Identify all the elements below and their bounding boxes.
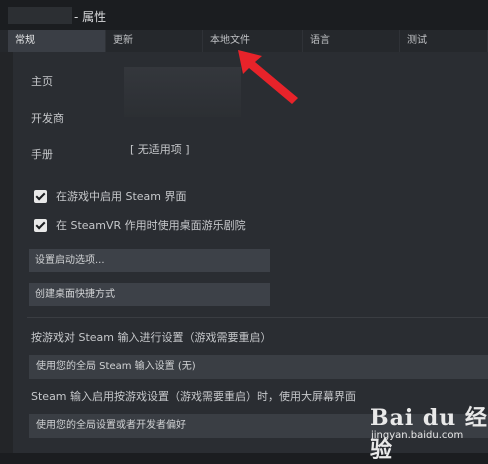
overlay-checkbox[interactable]: [34, 189, 47, 203]
desktop-shortcut-button[interactable]: 创建桌面快捷方式: [29, 283, 270, 306]
input-section-label: 按游戏对 Steam 输入进行设置（游戏需要重启）: [31, 331, 272, 344]
developer-label: 开发商: [31, 112, 64, 125]
bigpicture-section-label: Steam 输入启用按游戏设置（游戏需要重启）时，使用大屏幕界面: [31, 390, 357, 403]
homepage-developer-redacted: [124, 67, 241, 117]
steamvr-label: 在 SteamVR 作用时使用桌面游乐剧院: [56, 219, 246, 232]
manual-value: [ 无适用项 ]: [130, 143, 190, 156]
watermark-url: jingyan.baidu.com: [371, 430, 464, 441]
steamvr-option[interactable]: 在 SteamVR 作用时使用桌面游乐剧院: [34, 217, 246, 233]
overlay-label: 在游戏中启用 Steam 界面: [56, 190, 187, 203]
homepage-label: 主页: [31, 75, 53, 88]
steamvr-checkbox[interactable]: [34, 218, 47, 232]
manual-label: 手册: [31, 148, 53, 161]
red-arrow-annotation: [238, 50, 298, 104]
window-title: - 属性: [74, 10, 107, 24]
window-titlebar: - 属性: [0, 0, 488, 30]
launch-options-button[interactable]: 设置启动选项...: [29, 249, 270, 272]
steam-input-select[interactable]: 使用您的全局 Steam 输入设置 (无): [29, 355, 488, 379]
tab-general[interactable]: 常规: [8, 30, 106, 52]
tab-betas[interactable]: 测试: [400, 30, 488, 52]
section-divider: [27, 317, 488, 318]
overlay-option[interactable]: 在游戏中启用 Steam 界面: [34, 188, 187, 204]
tab-language[interactable]: 语言: [303, 30, 400, 52]
left-strip: [0, 52, 13, 453]
game-name-redacted: [8, 7, 72, 24]
tab-updates[interactable]: 更新: [106, 30, 203, 52]
